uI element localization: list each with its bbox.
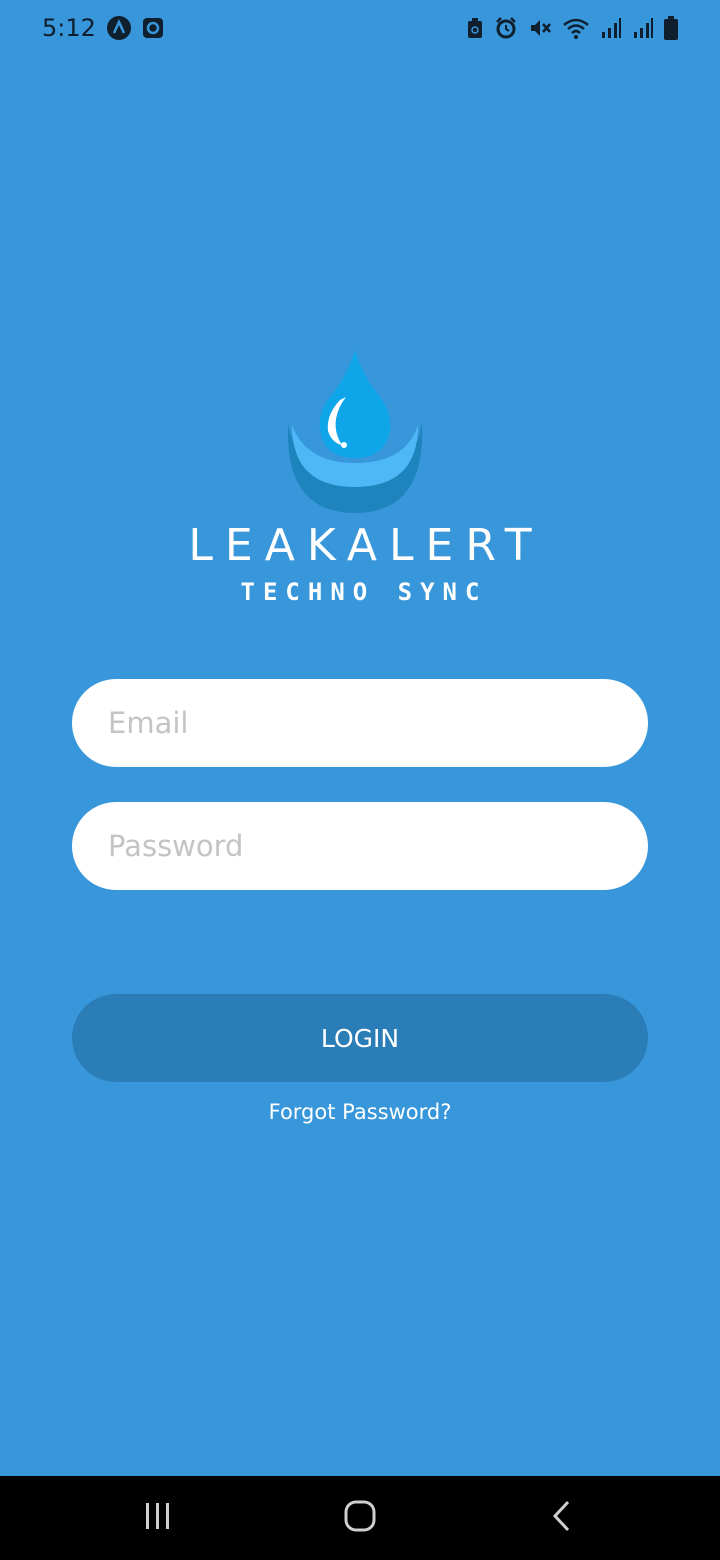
forgot-password-link[interactable]: Forgot Password? xyxy=(0,1100,720,1124)
status-bar: 5:12 xyxy=(0,0,720,56)
recents-icon xyxy=(142,1500,174,1536)
alarm-icon xyxy=(494,16,518,40)
wifi-icon xyxy=(562,16,590,40)
password-field[interactable] xyxy=(72,802,648,890)
brand-tagline: TECHNO SYNC xyxy=(240,578,488,606)
email-field[interactable] xyxy=(72,679,648,767)
water-drop-logo xyxy=(280,345,430,520)
recents-button[interactable] xyxy=(98,1476,218,1560)
app-a-icon xyxy=(106,15,132,41)
signal-1-icon xyxy=(600,17,622,39)
home-button[interactable] xyxy=(300,1476,420,1560)
battery-icon xyxy=(664,16,678,40)
home-icon xyxy=(343,1499,377,1537)
back-icon xyxy=(550,1499,574,1537)
back-button[interactable] xyxy=(502,1476,622,1560)
battery-saver-icon xyxy=(466,17,484,39)
navigation-bar xyxy=(0,1476,720,1560)
status-right xyxy=(466,16,678,40)
signal-2-icon xyxy=(632,17,654,39)
mute-icon xyxy=(528,16,552,40)
brand-name: LEAKALERT xyxy=(188,520,544,571)
login-button[interactable]: LOGIN xyxy=(72,994,648,1082)
app-square-icon xyxy=(142,17,164,39)
status-time: 5:12 xyxy=(42,14,96,42)
status-left: 5:12 xyxy=(42,14,164,42)
